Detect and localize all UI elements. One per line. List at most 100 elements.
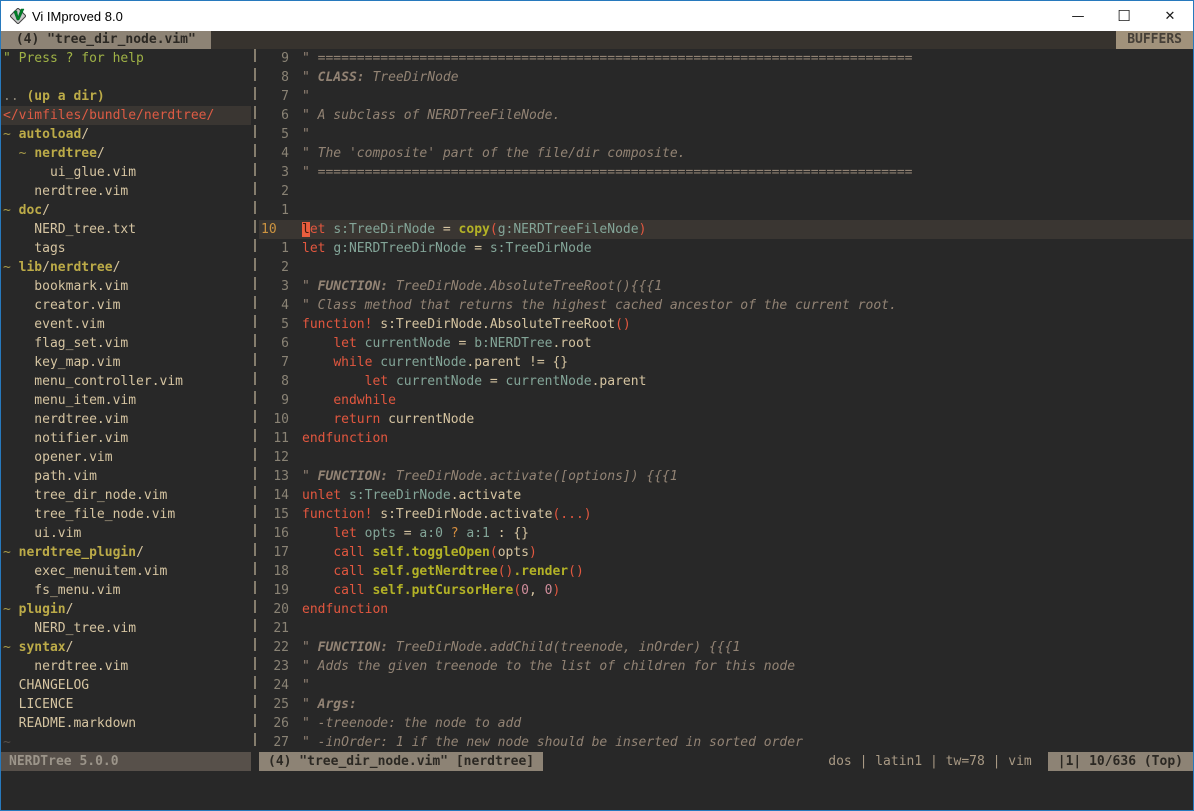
code-segment: = — [466, 241, 489, 256]
tree-item[interactable]: ~ doc/ — [1, 201, 251, 220]
tree-item[interactable]: README.markdown — [1, 714, 251, 733]
tree-item[interactable]: ~ plugin/ — [1, 600, 251, 619]
code-line[interactable]: 4" The 'composite' part of the file/dir … — [259, 144, 1193, 163]
code-segment: ) — [552, 583, 560, 598]
tree-item[interactable]: nerdtree.vim — [1, 657, 251, 676]
tree-item[interactable]: tags — [1, 239, 251, 258]
code-line[interactable]: 3" =====================================… — [259, 163, 1193, 182]
tree-item[interactable]: menu_controller.vim — [1, 372, 251, 391]
code-line[interactable]: 21 — [259, 619, 1193, 638]
tree-item[interactable]: notifier.vim — [1, 429, 251, 448]
code-segment: " — [302, 70, 318, 85]
code-line[interactable]: 20endfunction — [259, 600, 1193, 619]
code-line[interactable]: 22" FUNCTION: TreeDirNode.addChild(treen… — [259, 638, 1193, 657]
close-button[interactable]: ✕ — [1147, 1, 1193, 31]
code-segment: " -inOrder: 1 if the new node should be … — [302, 735, 803, 750]
code-line[interactable]: 5" — [259, 125, 1193, 144]
maximize-button[interactable]: ☐ — [1101, 1, 1147, 31]
tree-item[interactable]: tree_dir_node.vim — [1, 486, 251, 505]
code-line[interactable]: 26" -treenode: the node to add — [259, 714, 1193, 733]
tree-item[interactable]: ~ nerdtree_plugin/ — [1, 543, 251, 562]
code-segment: ? — [451, 526, 459, 541]
code-segment: plugin — [19, 602, 66, 617]
code-line[interactable]: 3" FUNCTION: TreeDirNode.AbsoluteTreeRoo… — [259, 277, 1193, 296]
code-line[interactable]: 1 — [259, 201, 1193, 220]
code-line[interactable]: 11endfunction — [259, 429, 1193, 448]
tree-item[interactable]: ~ — [1, 733, 251, 752]
code-line[interactable]: 10let s:TreeDirNode = copy(g:NERDTreeFil… — [259, 220, 1193, 239]
tree-item[interactable]: " Press ? for help — [1, 49, 251, 68]
code-line[interactable]: 12 — [259, 448, 1193, 467]
tree-item[interactable]: flag_set.vim — [1, 334, 251, 353]
code-segment: s:TreeDirNode — [333, 222, 435, 237]
tree-item[interactable]: opener.vim — [1, 448, 251, 467]
code-line[interactable]: 9" =====================================… — [259, 49, 1193, 68]
tree-item[interactable]: tree_file_node.vim — [1, 505, 251, 524]
code-line[interactable]: 8 let currentNode = currentNode.parent — [259, 372, 1193, 391]
code-line[interactable]: 10 return currentNode — [259, 410, 1193, 429]
code-line[interactable]: 27" -inOrder: 1 if the new node should b… — [259, 733, 1193, 752]
code-line[interactable]: 24" — [259, 676, 1193, 695]
code-segment: g:NERDTreeDirNode — [333, 241, 466, 256]
tree-item[interactable]: nerdtree.vim — [1, 410, 251, 429]
tree-item[interactable]: .. (up a dir) — [1, 87, 251, 106]
tree-item[interactable]: ~ nerdtree/ — [1, 144, 251, 163]
tree-item[interactable]: exec_menuitem.vim — [1, 562, 251, 581]
code-line[interactable]: 5function! s:TreeDirNode.AbsoluteTreeRoo… — [259, 315, 1193, 334]
code-segment: .parent — [592, 374, 647, 389]
code-line[interactable]: 6 let currentNode = b:NERDTree.root — [259, 334, 1193, 353]
tree-item[interactable]: bookmark.vim — [1, 277, 251, 296]
tree-item[interactable]: ~ syntax/ — [1, 638, 251, 657]
code-line[interactable]: 4" Class method that returns the highest… — [259, 296, 1193, 315]
code-line[interactable]: 1let g:NERDTreeDirNode = s:TreeDirNode — [259, 239, 1193, 258]
tree-item[interactable]: creator.vim — [1, 296, 251, 315]
code-line[interactable]: 7 while currentNode.parent != {} — [259, 353, 1193, 372]
code-line[interactable]: 9 endwhile — [259, 391, 1193, 410]
code-segment — [302, 526, 333, 541]
code-segment: = — [451, 336, 474, 351]
window-title: Vi IMproved 8.0 — [32, 9, 1055, 24]
code-segment: menu_item.vim — [3, 393, 136, 408]
tree-item[interactable]: ~ lib/nerdtree/ — [1, 258, 251, 277]
tree-item[interactable]: NERD_tree.vim — [1, 619, 251, 638]
code-line[interactable]: 13" FUNCTION: TreeDirNode.activate([opti… — [259, 467, 1193, 486]
code-line[interactable]: 8" CLASS: TreeDirNode — [259, 68, 1193, 87]
code-line[interactable]: 2 — [259, 258, 1193, 277]
code-line[interactable]: 16 let opts = a:0 ? a:1 : {} — [259, 524, 1193, 543]
tree-item[interactable]: fs_menu.vim — [1, 581, 251, 600]
code-line[interactable]: 25" Args: — [259, 695, 1193, 714]
tree-item[interactable]: LICENCE — [1, 695, 251, 714]
code-line[interactable]: 6" A subclass of NERDTreeFileNode. — [259, 106, 1193, 125]
code-segment: ) — [639, 222, 647, 237]
code-line[interactable]: 23" Adds the given treenode to the list … — [259, 657, 1193, 676]
code-segment: " ======================================… — [302, 51, 912, 66]
code-line[interactable]: 17 call self.toggleOpen(opts) — [259, 543, 1193, 562]
tree-item[interactable]: CHANGELOG — [1, 676, 251, 695]
tree-item[interactable]: event.vim — [1, 315, 251, 334]
window-separator[interactable] — [251, 49, 259, 752]
code-line[interactable]: 2 — [259, 182, 1193, 201]
code-line[interactable]: 7" — [259, 87, 1193, 106]
code-segment — [302, 583, 333, 598]
code-line[interactable]: 18 call self.getNerdtree().render() — [259, 562, 1193, 581]
tab-active-buffer[interactable]: (4) "tree_dir_node.vim" — [1, 31, 211, 49]
code-line[interactable]: 19 call self.putCursorHere(0, 0) — [259, 581, 1193, 600]
tree-item[interactable]: nerdtree.vim — [1, 182, 251, 201]
tree-item[interactable]: key_map.vim — [1, 353, 251, 372]
code-segment: function! — [302, 507, 372, 522]
code-line[interactable]: 15function! s:TreeDirNode.activate(...) — [259, 505, 1193, 524]
tree-item[interactable]: ui_glue.vim — [1, 163, 251, 182]
code-line[interactable]: 14unlet s:TreeDirNode.activate — [259, 486, 1193, 505]
tree-item[interactable] — [1, 68, 251, 87]
tree-item[interactable]: ~ autoload/ — [1, 125, 251, 144]
tree-item[interactable]: NERD_tree.txt — [1, 220, 251, 239]
tree-item[interactable]: </vimfiles/bundle/nerdtree/ — [1, 106, 251, 125]
tree-item[interactable]: path.vim — [1, 467, 251, 486]
tab-buffers[interactable]: BUFFERS — [1116, 31, 1193, 49]
tree-item[interactable]: ui.vim — [1, 524, 251, 543]
code-segment: Args: — [318, 697, 357, 712]
minimize-button[interactable]: — — [1055, 1, 1101, 31]
line-number: 5 — [259, 315, 289, 334]
command-line[interactable] — [1, 771, 1193, 810]
tree-item[interactable]: menu_item.vim — [1, 391, 251, 410]
